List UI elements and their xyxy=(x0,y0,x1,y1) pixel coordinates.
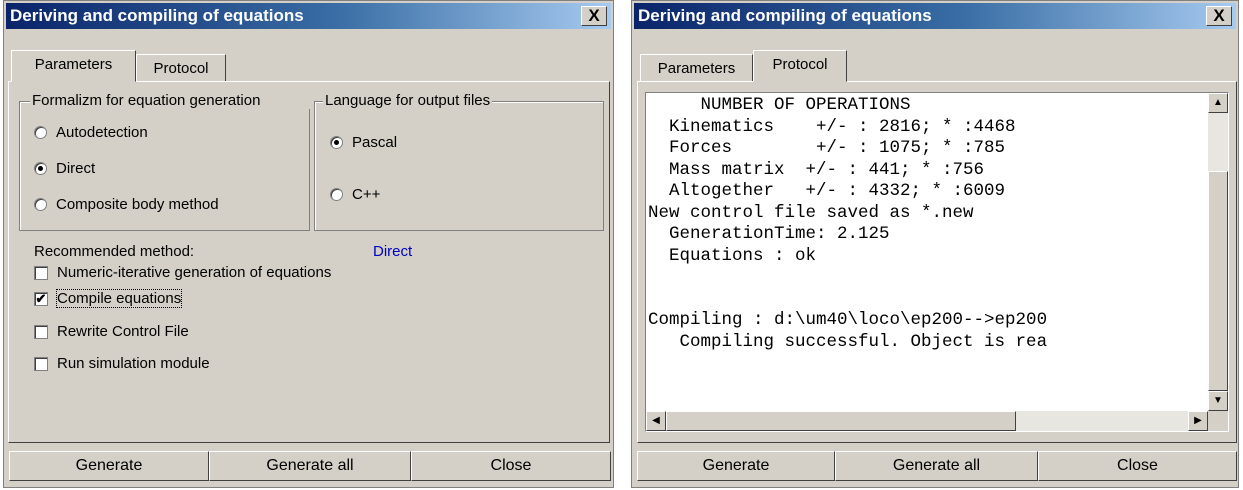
radio-label: Composite body method xyxy=(56,196,219,213)
radio-label: C++ xyxy=(352,186,381,203)
protocol-log: NUMBER OF OPERATIONS Kinematics +/- : 28… xyxy=(648,95,1198,395)
protocol-line: Kinematics +/- : 2816; * :4468 xyxy=(648,116,1016,137)
protocol-text-area[interactable]: NUMBER OF OPERATIONS Kinematics +/- : 28… xyxy=(645,92,1229,432)
radio-direct[interactable]: Direct xyxy=(34,160,95,177)
radio-autodetection[interactable]: Autodetection xyxy=(34,124,148,141)
radio-composite-body-method[interactable]: Composite body method xyxy=(34,196,219,213)
generate-all-button[interactable]: Generate all xyxy=(209,451,411,481)
scroll-up-arrow-icon[interactable]: ▲ xyxy=(1208,93,1228,113)
radio-button-selected-icon[interactable] xyxy=(34,162,47,175)
recommended-method-value: Direct xyxy=(373,243,413,260)
protocol-line: Altogether +/- : 4332; * :6009 xyxy=(648,181,1006,201)
checkmark-icon[interactable]: ✔ xyxy=(34,291,48,306)
checkbox-label: Compile equations xyxy=(55,289,183,308)
window-title: Deriving and compiling of equations xyxy=(10,6,304,25)
protocol-line: New control file saved as *.new xyxy=(648,202,974,223)
title-bar[interactable]: Deriving and compiling of equations X xyxy=(634,3,1236,29)
close-button[interactable]: Close xyxy=(1038,451,1237,481)
language-group: Language for output files xyxy=(314,92,604,231)
protocol-line: Equations : ok xyxy=(648,245,817,266)
vertical-scroll-thumb[interactable] xyxy=(1208,171,1228,391)
radio-label: Autodetection xyxy=(56,124,148,141)
tab-protocol[interactable]: Protocol xyxy=(753,50,847,82)
title-bar[interactable]: Deriving and compiling of equations X xyxy=(6,3,611,29)
recommended-method-label: Recommended method: xyxy=(34,243,195,260)
protocol-line: NUMBER OF OPERATIONS xyxy=(648,95,911,115)
checkbox-label: Numeric-iterative generation of equation… xyxy=(57,264,332,281)
horizontal-scroll-thumb[interactable] xyxy=(666,411,1016,431)
checkbox-label: Rewrite Control File xyxy=(57,323,189,340)
close-window-button[interactable]: X xyxy=(581,6,607,26)
generate-button[interactable]: Generate xyxy=(637,451,835,481)
generate-all-button[interactable]: Generate all xyxy=(835,451,1038,481)
checkbox-icon[interactable] xyxy=(34,356,48,371)
protocol-line: Compiling : d:\um40\loco\ep200-->ep200 xyxy=(648,310,1048,330)
checkbox-numeric-iterative[interactable]: Numeric-iterative generation of equation… xyxy=(34,264,331,281)
protocol-line: GenerationTime: 2.125 xyxy=(648,224,890,244)
radio-button-selected-icon[interactable] xyxy=(330,136,343,149)
radio-pascal[interactable]: Pascal xyxy=(330,134,397,151)
checkbox-compile-equations[interactable]: ✔ Compile equations xyxy=(34,289,183,308)
checkbox-run-simulation-module[interactable]: Run simulation module xyxy=(34,355,210,372)
checkbox-icon[interactable] xyxy=(34,324,48,339)
close-window-button[interactable]: X xyxy=(1206,6,1232,26)
radio-cpp[interactable]: C++ xyxy=(330,186,380,203)
radio-label: Pascal xyxy=(352,134,398,151)
scrollbar-corner xyxy=(1208,411,1228,431)
language-group-label: Language for output files xyxy=(323,92,493,109)
radio-button-icon[interactable] xyxy=(34,126,47,139)
vertical-scrollbar[interactable]: ▲ ▼ xyxy=(1208,93,1228,411)
scroll-down-arrow-icon[interactable]: ▼ xyxy=(1208,391,1228,411)
radio-label: Direct xyxy=(56,160,96,177)
close-button[interactable]: Close xyxy=(411,451,611,481)
window-title: Deriving and compiling of equations xyxy=(638,6,932,25)
protocol-line xyxy=(648,289,1198,311)
protocol-line xyxy=(648,267,1198,289)
radio-button-icon[interactable] xyxy=(330,188,343,201)
checkbox-icon[interactable] xyxy=(34,265,48,280)
tab-parameters[interactable]: Parameters xyxy=(11,50,136,82)
protocol-line: Forces +/- : 1075; * :785 xyxy=(648,138,1006,158)
protocol-line: Compiling successful. Object is rea xyxy=(648,331,1048,352)
checkbox-label: Run simulation module xyxy=(57,355,210,372)
scroll-right-arrow-icon[interactable]: ▶ xyxy=(1188,411,1208,431)
horizontal-scrollbar[interactable]: ◀ ▶ xyxy=(646,411,1208,431)
tab-protocol[interactable]: Protocol xyxy=(136,54,226,82)
tab-parameters[interactable]: Parameters xyxy=(640,54,753,82)
checkbox-rewrite-control-file[interactable]: Rewrite Control File xyxy=(34,323,189,340)
generate-button[interactable]: Generate xyxy=(9,451,209,481)
formalism-group-label: Formalizm for equation generation xyxy=(30,92,312,109)
radio-button-icon[interactable] xyxy=(34,198,47,211)
scroll-left-arrow-icon[interactable]: ◀ xyxy=(646,411,666,431)
protocol-line: Mass matrix +/- : 441; * :756 xyxy=(648,159,985,180)
